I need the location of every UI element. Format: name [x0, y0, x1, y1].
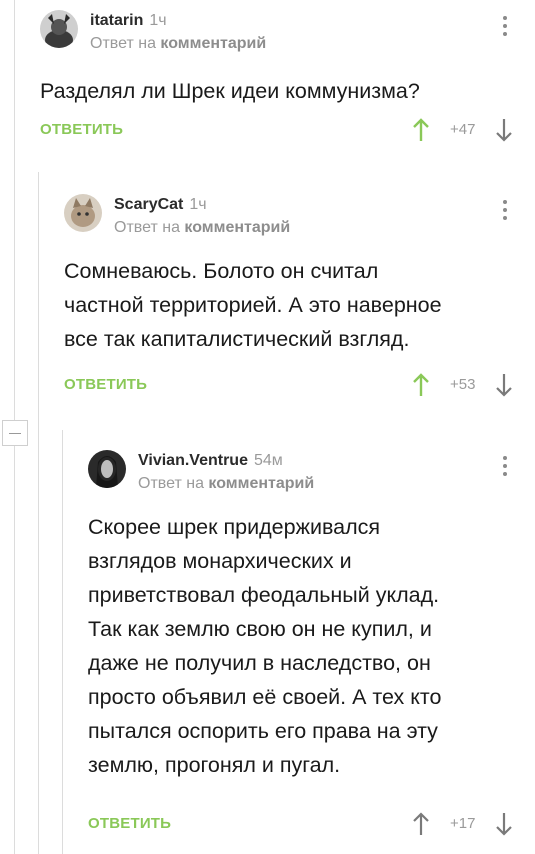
thread-line-level-1-lower [14, 446, 15, 854]
arrow-up-icon[interactable] [412, 811, 430, 837]
arrow-up-icon[interactable] [412, 372, 430, 398]
reply-to: Ответ на комментарий [138, 475, 314, 493]
text-line: Сомневаюсь. Болото он считал [64, 259, 379, 283]
comment-text: Скорее шрек придерживался взглядов монар… [88, 510, 508, 782]
reply-to: Ответ на комментарий [90, 35, 266, 53]
more-vertical-icon[interactable] [502, 16, 508, 40]
reply-to: Ответ на комментарий [114, 219, 290, 237]
avatar[interactable] [64, 194, 102, 232]
avatar[interactable] [40, 10, 78, 48]
text-line: Так как землю свою он не купил, и [88, 617, 432, 641]
more-vertical-icon[interactable] [502, 456, 508, 480]
reply-target-link[interactable]: комментарий [160, 35, 266, 52]
reply-prefix: Ответ на [114, 219, 180, 236]
timestamp: 1ч [189, 196, 207, 213]
text-line: все так капиталистический взгляд. [64, 327, 410, 351]
comment-footer: ОТВЕТИТЬ +17 [88, 812, 520, 839]
comment-scarycat: ScaryCat 1ч Ответ на комментарий Сомневаю… [64, 190, 520, 410]
comment-header: ScaryCat 1ч Ответ на комментарий [64, 190, 520, 240]
comment-footer: ОТВЕТИТЬ +47 [40, 118, 520, 145]
reply-prefix: Ответ на [90, 35, 156, 52]
comment-itatarin: itatarin 1ч Ответ на комментарий Разделял… [40, 6, 520, 156]
text-line: просто объявил её своей. А тех кто [88, 685, 442, 709]
text-line: Скорее шрек придерживался [88, 515, 381, 539]
comment-vivian-ventrue: Vivian.Ventrue 54м Ответ на комментарий С… [88, 446, 520, 846]
author-label[interactable]: Vivian.Ventrue [138, 452, 248, 469]
reply-target-link[interactable]: комментарий [184, 219, 290, 236]
comment-text: Разделял ли Шрек идеи коммунизма? [40, 79, 420, 103]
author-label[interactable]: itatarin [90, 12, 143, 29]
arrow-down-icon[interactable] [495, 372, 513, 398]
vote-score: +53 [450, 376, 476, 393]
text-line: частной территорией. А это наверное [64, 293, 442, 317]
comment-footer: ОТВЕТИТЬ +53 [64, 373, 520, 400]
reply-target-link[interactable]: комментарий [208, 475, 314, 492]
comment-header: itatarin 1ч Ответ на комментарий [40, 6, 520, 56]
reply-button[interactable]: ОТВЕТИТЬ [40, 121, 123, 138]
arrow-up-icon[interactable] [412, 117, 430, 143]
text-line: пытался оспорить его права на эту [88, 719, 438, 743]
timestamp: 1ч [149, 12, 167, 29]
thread-line-level-2 [38, 172, 39, 854]
author-name[interactable]: itatarin 1ч [90, 12, 167, 30]
text-line: землю, прогонял и пугал. [88, 753, 341, 777]
text-line: даже не получил в наследство, он [88, 651, 431, 675]
author-label[interactable]: ScaryCat [114, 196, 183, 213]
comment-header: Vivian.Ventrue 54м Ответ на комментарий [88, 446, 520, 496]
more-vertical-icon[interactable] [502, 200, 508, 224]
author-name[interactable]: ScaryCat 1ч [114, 196, 207, 214]
author-name[interactable]: Vivian.Ventrue 54м [138, 452, 283, 470]
reply-button[interactable]: ОТВЕТИТЬ [88, 815, 171, 832]
vote-score: +17 [450, 815, 476, 832]
text-line: взглядов монархических и [88, 549, 352, 573]
timestamp: 54м [253, 452, 283, 469]
avatar[interactable] [88, 450, 126, 488]
reply-button[interactable]: ОТВЕТИТЬ [64, 376, 147, 393]
thread-line-level-1 [14, 0, 15, 420]
comment-text: Сомневаюсь. Болото он считал частной тер… [64, 254, 504, 356]
collapse-thread-button[interactable] [2, 420, 28, 446]
text-line: приветствовал феодальный уклад. [88, 583, 440, 607]
reply-prefix: Ответ на [138, 475, 204, 492]
arrow-down-icon[interactable] [495, 811, 513, 837]
vote-score: +47 [450, 121, 476, 138]
thread-line-level-3 [62, 430, 63, 854]
arrow-down-icon[interactable] [495, 117, 513, 143]
